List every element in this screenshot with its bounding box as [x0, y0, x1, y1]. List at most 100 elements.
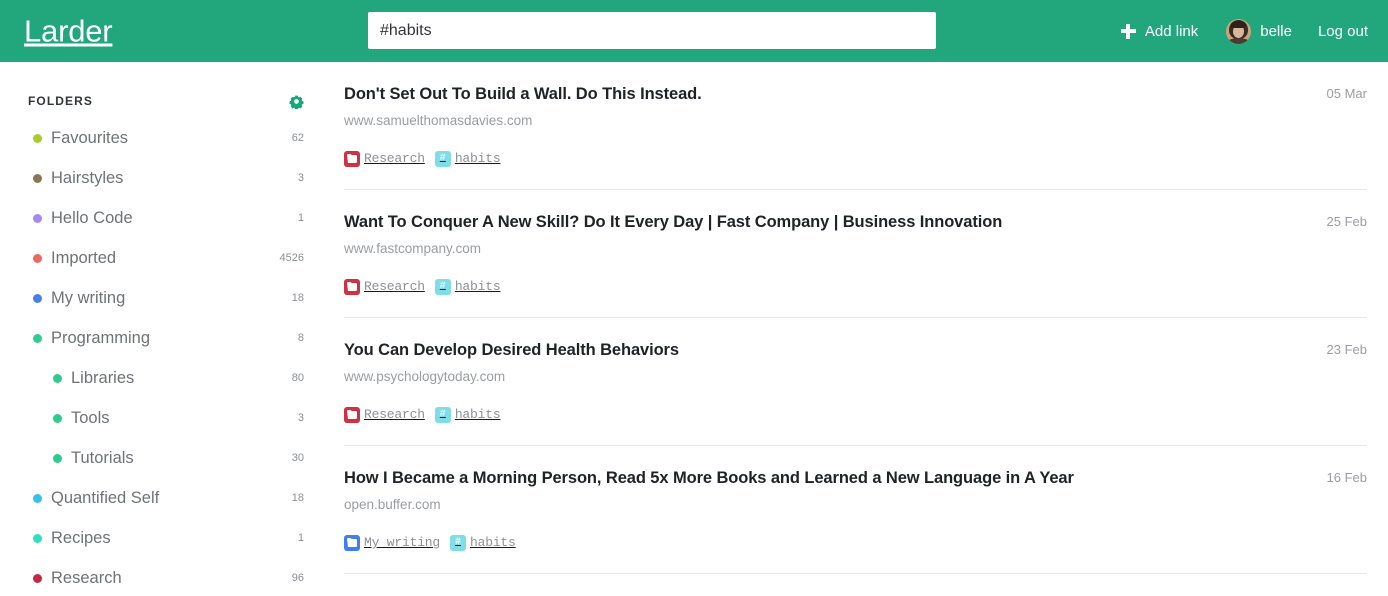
sidebar-folder-research[interactable]: Research 96: [0, 558, 336, 596]
folder-color-dot: [33, 173, 42, 183]
folder-count: 62: [291, 132, 304, 144]
app-brand-logo[interactable]: Larder: [24, 16, 113, 47]
folder-color-dot: [53, 413, 62, 423]
link-list: Don't Set Out To Build a Wall. Do This I…: [336, 62, 1388, 596]
username-label: belle: [1260, 22, 1292, 40]
link-item[interactable]: Don't Set Out To Build a Wall. Do This I…: [344, 62, 1367, 190]
tag-row: Research # habits: [344, 278, 1367, 295]
folder-tag[interactable]: Research: [344, 406, 425, 423]
tag-label: habits: [470, 535, 516, 551]
folder-tag[interactable]: Research: [344, 278, 425, 295]
gear-icon[interactable]: [289, 94, 304, 109]
hashtag-tag[interactable]: # habits: [434, 278, 501, 295]
sidebar-folder-recipes[interactable]: Recipes 1: [0, 518, 336, 558]
hash-icon: #: [434, 278, 451, 295]
folder-count: 30: [291, 452, 304, 464]
folder-icon: [344, 278, 360, 295]
hash-icon: #: [434, 406, 451, 423]
tag-label: habits: [454, 151, 501, 167]
folder-count: 18: [291, 292, 304, 304]
folder-name: Favourites: [51, 128, 129, 147]
hash-icon: #: [434, 150, 451, 167]
link-url: www.psychologytoday.com: [344, 368, 506, 384]
folder-count: 3: [297, 412, 304, 424]
folder-name: Hairstyles: [51, 168, 124, 187]
folder-count: 4526: [279, 252, 304, 264]
hashtag-tag[interactable]: # habits: [434, 406, 501, 423]
folder-name: Libraries: [71, 368, 135, 387]
folder-tag[interactable]: My writing: [344, 534, 441, 551]
user-menu-button[interactable]: belle: [1226, 18, 1292, 44]
link-url: www.fastcompany.com: [344, 240, 482, 256]
folders-section-title: FOLDERS: [28, 94, 94, 108]
tag-label: Research: [364, 151, 425, 167]
sidebar-folder-programming[interactable]: Programming 8: [0, 318, 336, 358]
folder-name: My writing: [51, 288, 126, 307]
folder-name: Tutorials: [71, 448, 134, 467]
folder-count: 3: [297, 172, 304, 184]
folder-name: Tools: [71, 408, 110, 427]
folder-name: Recipes: [51, 528, 111, 547]
hashtag-tag[interactable]: # habits: [450, 534, 516, 551]
tag-label: My writing: [364, 535, 441, 551]
plus-icon: [1120, 23, 1136, 39]
folder-name: Programming: [51, 328, 151, 347]
link-title[interactable]: Don't Set Out To Build a Wall. Do This I…: [344, 85, 1367, 104]
folder-color-dot: [33, 333, 42, 343]
sidebar-folder-favourites[interactable]: Favourites 62: [0, 118, 336, 158]
folder-color-dot: [33, 493, 42, 503]
link-date: 16 Feb: [1326, 469, 1367, 485]
link-item[interactable]: Want To Conquer A New Skill? Do It Every…: [344, 190, 1367, 318]
hashtag-tag[interactable]: # habits: [434, 150, 501, 167]
folder-count: 8: [297, 332, 304, 344]
add-link-button[interactable]: Add link: [1120, 23, 1198, 39]
header-actions: Add link belle Log out: [1120, 0, 1368, 62]
link-item[interactable]: You Can Develop Desired Health Behaviors…: [344, 318, 1367, 446]
page-body: FOLDERS Favourites 62 Hairstyles 3 Hello Cod…: [0, 62, 1388, 596]
sidebar-folder-hello-code[interactable]: Hello Code 1: [0, 198, 336, 238]
tag-label: Research: [364, 407, 425, 423]
link-url: open.buffer.com: [344, 496, 441, 512]
sidebar-folder-quantified-self[interactable]: Quantified Self 18: [0, 478, 336, 518]
sidebar-folder-imported[interactable]: Imported 4526: [0, 238, 336, 278]
folder-color-dot: [33, 253, 42, 263]
tag-label: habits: [454, 407, 501, 423]
sidebar-folder-tools[interactable]: Tools 3: [0, 398, 336, 438]
folder-icon: [344, 406, 360, 423]
link-title[interactable]: You Can Develop Desired Health Behaviors: [344, 341, 1367, 360]
tag-row: Research # habits: [344, 406, 1367, 423]
folder-count: 1: [297, 212, 304, 224]
link-date: 25 Feb: [1326, 213, 1367, 229]
folder-color-dot: [33, 213, 42, 223]
folder-count: 18: [291, 492, 304, 504]
folder-count: 1: [297, 532, 304, 544]
folder-color-dot: [33, 573, 42, 583]
folder-name: Research: [51, 568, 122, 587]
tag-label: habits: [454, 279, 501, 295]
link-item[interactable]: How are habits formed: Modelling habit f…: [344, 574, 1367, 596]
app-header: Larder Add link belle Log out: [0, 0, 1388, 62]
link-title[interactable]: Want To Conquer A New Skill? Do It Every…: [344, 213, 1367, 232]
folder-color-dot: [53, 373, 62, 383]
link-date: 05 Mar: [1326, 86, 1367, 101]
folder-tag[interactable]: Research: [344, 150, 425, 167]
sidebar: FOLDERS Favourites 62 Hairstyles 3 Hello Cod…: [0, 62, 336, 596]
hash-icon: #: [450, 534, 467, 551]
folder-icon: [344, 150, 360, 167]
sidebar-folder-hairstyles[interactable]: Hairstyles 3: [0, 158, 336, 198]
avatar: [1226, 18, 1252, 44]
link-date: 23 Feb: [1326, 341, 1367, 357]
link-item[interactable]: How I Became a Morning Person, Read 5x M…: [344, 446, 1367, 574]
link-title[interactable]: How I Became a Morning Person, Read 5x M…: [344, 469, 1367, 488]
logout-button[interactable]: Log out: [1318, 24, 1368, 39]
tag-row: My writing # habits: [344, 534, 1367, 551]
sidebar-folder-my-writing[interactable]: My writing 18: [0, 278, 336, 318]
sidebar-folder-libraries[interactable]: Libraries 80: [0, 358, 336, 398]
folder-count: 80: [291, 372, 304, 384]
sidebar-folder-tutorials[interactable]: Tutorials 30: [0, 438, 336, 478]
folder-color-dot: [53, 453, 62, 463]
folders-header: FOLDERS: [0, 84, 336, 118]
folder-color-dot: [33, 293, 42, 303]
search-input[interactable]: [368, 12, 936, 49]
folder-icon: [344, 534, 360, 551]
